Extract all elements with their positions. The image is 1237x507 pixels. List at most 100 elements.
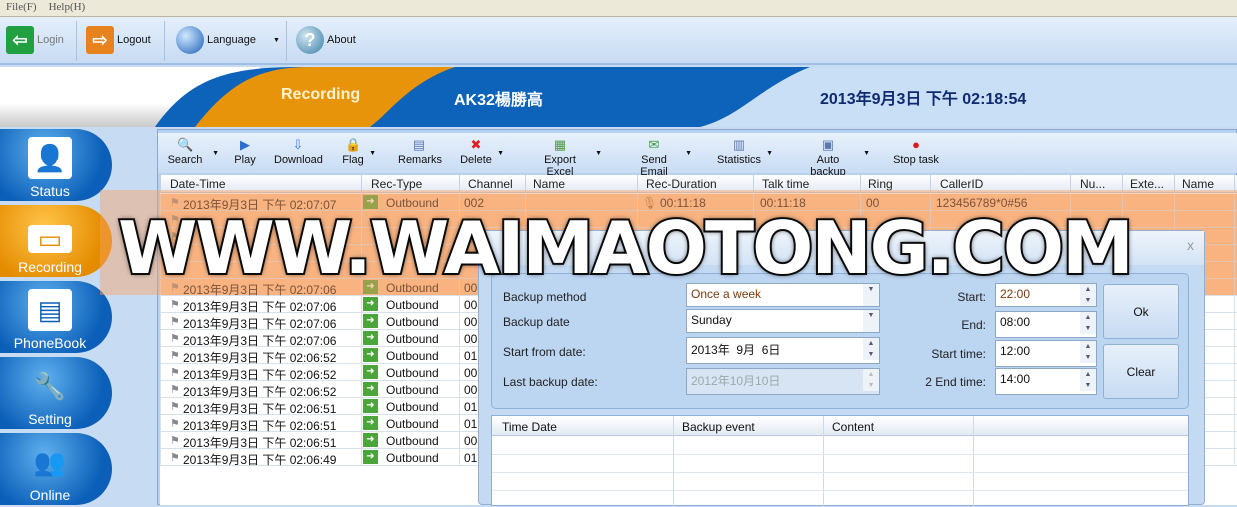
- cell-rec-type: Outbound: [386, 366, 439, 380]
- flag-icon[interactable]: ⚑: [170, 383, 180, 396]
- flag-icon[interactable]: ⚑: [170, 400, 180, 413]
- column-header[interactable]: Nu...: [1080, 177, 1105, 191]
- ok-button[interactable]: Ok: [1103, 284, 1179, 339]
- cell-rec-type: Outbound: [386, 417, 439, 431]
- start-label: Start:: [957, 290, 986, 304]
- login-button[interactable]: ⇦ Login: [6, 23, 64, 57]
- column-header[interactable]: Exte...: [1130, 177, 1164, 191]
- delete-button[interactable]: ✖ Delete ▼: [460, 135, 504, 171]
- end-label: End:: [961, 318, 986, 332]
- sidebar-label: Recording: [18, 259, 82, 275]
- flag-icon[interactable]: ⚑: [170, 332, 180, 345]
- chevron-down-icon[interactable]: ▼: [685, 150, 692, 157]
- chevron-down-icon[interactable]: ▼: [369, 150, 376, 157]
- chevron-down-icon[interactable]: ▼: [273, 37, 280, 44]
- cell-channel: 00: [464, 366, 478, 380]
- column-header[interactable]: Name: [1182, 177, 1214, 191]
- column-header[interactable]: Talk time: [762, 177, 809, 191]
- column-header[interactable]: Date-Time: [170, 177, 226, 191]
- log-column-content[interactable]: Content: [832, 420, 874, 434]
- statistics-button[interactable]: ▥ Statistics ▼: [717, 135, 773, 171]
- backup-method-label: Backup method: [503, 290, 587, 304]
- sidebar-item-status[interactable]: 👤 Status: [0, 129, 112, 201]
- end-value: 08:00: [1000, 315, 1031, 329]
- button-label: Delete: [460, 154, 492, 166]
- auto-backup-button[interactable]: ▣ Auto backup ▼: [798, 135, 870, 178]
- flag-icon[interactable]: ⚑: [170, 349, 180, 362]
- flag-icon[interactable]: ⚑: [170, 298, 180, 311]
- clear-button[interactable]: Clear: [1103, 344, 1179, 399]
- about-button[interactable]: ? About: [296, 23, 356, 57]
- cassette-icon: ▭: [28, 225, 72, 253]
- cell-channel: 00: [464, 332, 478, 346]
- start-time2-input[interactable]: 12:00 ▲ ▼: [995, 340, 1097, 367]
- end-time2-input[interactable]: 14:00 ▲ ▼: [995, 368, 1097, 395]
- globe-icon: [176, 26, 204, 54]
- flag-button[interactable]: 🔒 Flag ▼: [342, 135, 376, 171]
- menu-bar: File(F) Help(H): [0, 0, 1237, 17]
- flag-icon[interactable]: ⚑: [170, 434, 180, 447]
- stop-task-button[interactable]: ● Stop task: [893, 135, 939, 171]
- backup-date-select[interactable]: Sunday ▼: [686, 309, 880, 333]
- chevron-down-icon[interactable]: ▼: [863, 150, 870, 157]
- spinner-icon[interactable]: ▲ ▼: [863, 338, 879, 360]
- column-header[interactable]: Name: [533, 177, 565, 191]
- menu-file[interactable]: File(F): [0, 0, 43, 13]
- backup-settings-group: Backup method Once a week ▼ Backup date S…: [491, 273, 1189, 409]
- search-button[interactable]: 🔍 Search ▼: [163, 135, 219, 171]
- play-button[interactable]: ▶ Play: [233, 135, 257, 171]
- column-header[interactable]: Rec-Type: [371, 177, 422, 191]
- logout-button[interactable]: ⇨ Logout: [86, 23, 151, 57]
- cell-rec-type: Outbound: [386, 349, 439, 363]
- log-column-time-date[interactable]: Time Date: [502, 420, 557, 434]
- column-header[interactable]: CallerID: [940, 177, 983, 191]
- help-icon: ?: [296, 26, 324, 54]
- chevron-down-icon[interactable]: ▼: [595, 150, 602, 157]
- button-label: Search: [167, 154, 203, 166]
- download-button[interactable]: ⇩ Download: [274, 135, 323, 171]
- wrench-icon: 🔧: [33, 371, 67, 401]
- spinner-icon[interactable]: ▲ ▼: [1080, 369, 1096, 391]
- current-datetime: 2013年9月3日 下午 02:18:54: [820, 91, 1027, 108]
- column-header[interactable]: Channel: [468, 177, 513, 191]
- spinner-icon[interactable]: ▲ ▼: [1080, 312, 1096, 334]
- send-email-button[interactable]: ✉ Send Email ▼: [628, 135, 692, 178]
- chevron-down-icon[interactable]: ▼: [766, 150, 773, 157]
- cell-rec-type: Outbound: [386, 383, 439, 397]
- column-header[interactable]: Rec-Duration: [646, 177, 717, 191]
- chevron-down-icon[interactable]: ▼: [212, 150, 219, 157]
- column-header[interactable]: Ring: [868, 177, 893, 191]
- end-time2-label: 2 End time:: [925, 375, 986, 389]
- cell-channel: 00: [464, 434, 478, 448]
- lock-icon: 🔒: [345, 137, 362, 152]
- close-icon[interactable]: x: [1187, 237, 1194, 253]
- spinner-icon[interactable]: ▲ ▼: [1080, 341, 1096, 363]
- banner-swoosh: [155, 67, 810, 127]
- outbound-arrow-icon: ➜: [363, 450, 378, 464]
- cell-channel: 01: [464, 349, 478, 363]
- sidebar-item-recording[interactable]: ▭ Recording: [0, 205, 112, 277]
- export-excel-button[interactable]: ▦ Export Excel ▼: [530, 135, 602, 178]
- sidebar-item-phonebook[interactable]: ▤ PhoneBook: [0, 281, 112, 353]
- chevron-down-icon[interactable]: ▼: [497, 150, 504, 157]
- contact-card-icon: ▤: [28, 289, 72, 331]
- flag-icon[interactable]: ⚑: [170, 366, 180, 379]
- flag-icon[interactable]: ⚑: [170, 451, 180, 464]
- flag-icon[interactable]: ⚑: [170, 417, 180, 430]
- cell-channel: 00: [464, 383, 478, 397]
- menu-help[interactable]: Help(H): [43, 0, 92, 13]
- cell-rec-type: Outbound: [386, 434, 439, 448]
- log-column-backup-event[interactable]: Backup event: [682, 420, 755, 434]
- remarks-button[interactable]: ▤ Remarks: [398, 135, 442, 171]
- sidebar-label: Status: [30, 183, 70, 199]
- end-time-input[interactable]: 08:00 ▲ ▼: [995, 311, 1097, 338]
- start-time-label: Start time:: [931, 347, 986, 361]
- language-button[interactable]: Language ▼: [176, 23, 280, 57]
- people-icon: 👥: [33, 447, 67, 477]
- start-from-date-picker[interactable]: 2013年 9月 6日 ▲ ▼: [686, 337, 880, 364]
- flag-icon[interactable]: ⚑: [170, 315, 180, 328]
- sidebar-item-online[interactable]: 👥 Online: [0, 433, 112, 505]
- about-label: About: [327, 34, 356, 46]
- email-icon: ✉: [648, 137, 660, 152]
- sidebar-item-setting[interactable]: 🔧 Setting: [0, 357, 112, 429]
